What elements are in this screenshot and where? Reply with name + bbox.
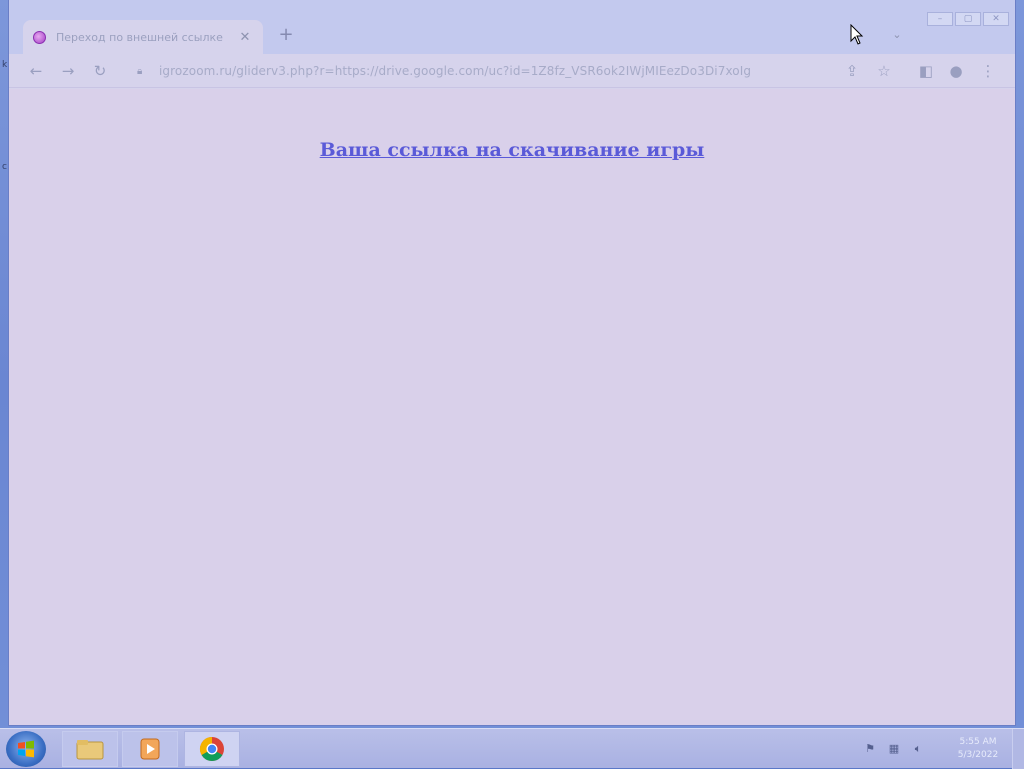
tab-close-icon[interactable]: ✕ bbox=[237, 30, 253, 45]
media-player-icon bbox=[140, 738, 160, 760]
browser-menu-icon[interactable]: ⋮ bbox=[977, 60, 999, 82]
taskbar-file-explorer[interactable] bbox=[62, 731, 118, 767]
system-tray: ⚑ ▦ 🔈︎ 5:55 AM 5/3/2022 bbox=[862, 733, 1008, 765]
side-panel-icon[interactable]: ◧ bbox=[915, 60, 937, 82]
page-content: Ваша ссылка на скачивание игры bbox=[9, 89, 1015, 725]
desktop-edge-glyph: k bbox=[2, 60, 8, 70]
maximize-button[interactable]: ▢ bbox=[955, 12, 981, 26]
lock-icon[interactable]: 🔒︎ bbox=[137, 66, 151, 77]
reload-button[interactable]: ↻ bbox=[89, 60, 111, 82]
show-desktop-button[interactable] bbox=[1012, 729, 1024, 769]
volume-muted-icon[interactable]: 🔈︎ bbox=[910, 742, 926, 756]
folder-icon bbox=[76, 740, 104, 760]
address-bar[interactable]: 🔒︎ igrozoom.ru/gliderv3.php?r=https://dr… bbox=[129, 58, 899, 84]
desktop: k c Переход по внешней ссылке ✕ + ⌄ – ▢ … bbox=[0, 0, 1024, 768]
taskbar: ⚑ ▦ 🔈︎ 5:55 AM 5/3/2022 bbox=[0, 728, 1024, 769]
window-controls: – ▢ ✕ bbox=[927, 12, 1009, 26]
new-tab-button[interactable]: + bbox=[275, 24, 297, 46]
desktop-edge-glyph: c bbox=[2, 162, 7, 172]
tab-search-button[interactable]: ⌄ bbox=[889, 26, 905, 44]
windows-logo-icon bbox=[18, 740, 34, 758]
forward-button[interactable]: → bbox=[57, 60, 79, 82]
mouse-cursor-icon bbox=[850, 24, 864, 45]
minimize-button[interactable]: – bbox=[927, 12, 953, 26]
tab-active[interactable]: Переход по внешней ссылке ✕ bbox=[23, 20, 263, 54]
title-bar: Переход по внешней ссылке ✕ + ⌄ – ▢ ✕ bbox=[9, 0, 1015, 54]
share-icon[interactable]: ⇪ bbox=[841, 60, 863, 82]
browser-toolbar: ← → ↻ 🔒︎ igrozoom.ru/gliderv3.php?r=http… bbox=[9, 54, 1015, 88]
clock[interactable]: 5:55 AM 5/3/2022 bbox=[948, 736, 1008, 762]
close-window-button[interactable]: ✕ bbox=[983, 12, 1009, 26]
url-text[interactable]: igrozoom.ru/gliderv3.php?r=https://drive… bbox=[159, 64, 859, 78]
network-icon[interactable]: ▦ bbox=[886, 742, 902, 756]
clock-time: 5:55 AM bbox=[959, 737, 997, 747]
tab-title: Переход по внешней ссылке bbox=[56, 30, 223, 44]
bookmark-star-icon[interactable]: ☆ bbox=[873, 60, 895, 82]
purple-circle-icon bbox=[33, 30, 46, 44]
taskbar-media-player[interactable] bbox=[122, 731, 178, 767]
clock-date: 5/3/2022 bbox=[957, 750, 999, 760]
start-button[interactable] bbox=[6, 731, 46, 767]
profile-icon[interactable]: ● bbox=[945, 60, 967, 82]
chrome-icon bbox=[199, 737, 224, 762]
browser-window: Переход по внешней ссылке ✕ + ⌄ – ▢ ✕ ← … bbox=[8, 0, 1016, 726]
action-center-icon[interactable]: ⚑ bbox=[862, 742, 878, 756]
taskbar-chrome[interactable] bbox=[184, 731, 240, 767]
back-button[interactable]: ← bbox=[25, 60, 47, 82]
download-link[interactable]: Ваша ссылка на скачивание игры bbox=[9, 139, 1015, 161]
